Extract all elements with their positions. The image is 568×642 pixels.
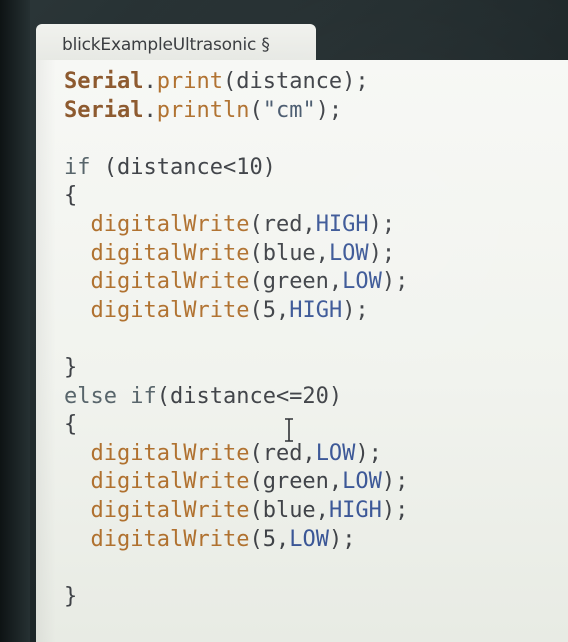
code-line[interactable] <box>64 325 408 354</box>
code-token-plain: (green, <box>249 269 343 295</box>
tab-label: blickExampleUltrasonic § <box>62 35 270 55</box>
code-token-plain: (5, <box>249 526 290 552</box>
code-token-fn: digitalWrite <box>90 440 250 466</box>
code-token-fn: digitalWrite <box>90 526 250 552</box>
code-token-str: "cm" <box>262 97 316 123</box>
code-token-plain: (green, <box>249 469 343 495</box>
code-line[interactable]: { <box>64 182 408 211</box>
code-token-plain: ( <box>249 97 263 123</box>
code-token-plain: (red, <box>249 440 316 466</box>
tab-sketch[interactable]: blickExampleUltrasonic § <box>36 24 316 64</box>
code-token-plain: ); <box>381 269 409 295</box>
code-token-fn: digitalWrite <box>90 269 250 295</box>
code-line[interactable]: else if(distance<=20) <box>64 383 408 412</box>
code-token-kw: if <box>130 383 157 409</box>
code-editor[interactable]: Serial.print(distance); Serial.println("c… <box>36 60 568 642</box>
code-token-const: HIGH <box>315 211 369 237</box>
code-token-plain: } <box>64 583 78 609</box>
code-line[interactable]: { <box>64 411 408 440</box>
code-line[interactable]: digitalWrite(5,LOW); <box>64 526 408 555</box>
code-token-kw: if <box>64 154 91 180</box>
code-line[interactable]: digitalWrite(blue,LOW); <box>64 240 408 269</box>
code-token-plain: (5, <box>249 297 290 323</box>
code-token-plain: ); <box>381 497 409 523</box>
code-token-plain: ); <box>342 297 369 323</box>
code-line[interactable] <box>64 554 408 583</box>
code-token-plain: . <box>143 69 157 94</box>
code-token-plain: (distance); <box>222 69 369 94</box>
code-line[interactable]: digitalWrite(green,LOW); <box>64 468 409 497</box>
code-line[interactable]: } <box>64 354 408 383</box>
code-token-fn: println <box>156 97 250 123</box>
code-token-kw: else <box>64 383 117 409</box>
code-token-const: HIGH <box>289 297 343 323</box>
code-token-plain: } <box>64 354 78 380</box>
code-line[interactable]: digitalWrite(red,LOW); <box>64 440 408 469</box>
code-line[interactable]: } <box>64 583 408 612</box>
code-token-fn: digitalWrite <box>90 240 250 266</box>
code-line[interactable]: digitalWrite(blue,HIGH); <box>64 497 409 526</box>
code-token-plain: ); <box>368 211 396 237</box>
code-line[interactable]: digitalWrite(5,HIGH); <box>64 297 408 326</box>
code-token-serial: Serial <box>64 69 144 94</box>
code-line[interactable]: digitalWrite(green,LOW); <box>64 268 409 297</box>
code-token-plain: (blue, <box>249 240 329 266</box>
text-cursor-icon <box>285 418 293 442</box>
code-line[interactable]: digitalWrite(red,HIGH); <box>64 211 408 240</box>
code-token-plain: ); <box>328 526 356 552</box>
code-token-const: LOW <box>315 440 356 466</box>
editor-gutter <box>36 60 56 642</box>
code-token-const: LOW <box>342 469 382 495</box>
code-line[interactable]: if (distance<10) <box>64 154 408 183</box>
code-token-fn: digitalWrite <box>90 211 250 237</box>
code-token-plain: (red, <box>249 211 316 237</box>
code-token-plain: ); <box>381 469 409 495</box>
code-line[interactable] <box>64 125 408 154</box>
code-token-plain: ); <box>315 97 343 123</box>
code-token-const: LOW <box>289 526 329 552</box>
code-token-plain: . <box>143 97 157 123</box>
code-token-plain: (distance<=20) <box>156 383 343 409</box>
code-token-plain: (distance<10) <box>90 154 276 180</box>
code-token-plain: ); <box>355 440 382 466</box>
code-token-plain: { <box>64 183 78 209</box>
code-token-fn: digitalWrite <box>90 497 250 523</box>
code-token-fn: digitalWrite <box>90 469 250 495</box>
code-token-const: HIGH <box>328 497 382 523</box>
code-line[interactable]: Serial.print(distance); <box>64 68 408 97</box>
code-text[interactable]: Serial.print(distance); Serial.println("c… <box>64 68 408 611</box>
screen: blickExampleUltrasonic § Serial.print(di… <box>0 0 568 642</box>
code-token-serial: Serial <box>64 97 144 123</box>
code-token-plain: ); <box>368 240 396 266</box>
code-token-const: LOW <box>328 240 369 266</box>
code-token-fn: print <box>156 69 223 94</box>
monitor-bezel <box>0 0 30 642</box>
code-token-const: LOW <box>342 269 382 295</box>
code-token-plain: { <box>64 412 78 438</box>
code-line[interactable]: Serial.println("cm"); <box>64 97 408 126</box>
code-token-fn: digitalWrite <box>90 297 250 323</box>
code-token-plain: (blue, <box>249 497 329 523</box>
